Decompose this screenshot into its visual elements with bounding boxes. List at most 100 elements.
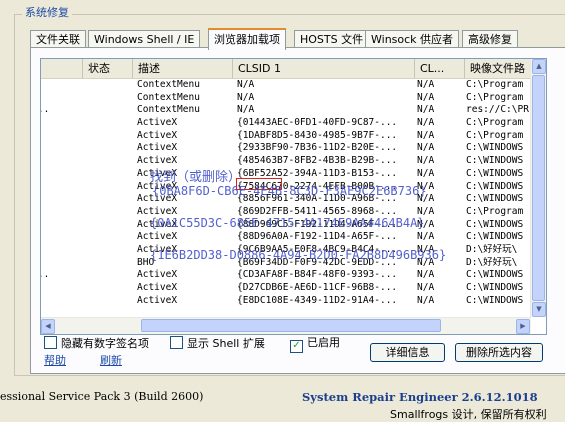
table-row[interactable]: ActiveX {88D969C5-F192-11D4-A65F-... N/A C:…	[41, 219, 531, 232]
table-cell: C:\WINDOWS	[466, 294, 524, 306]
table-cell: N/A	[417, 269, 435, 281]
table-cell: lper	[41, 244, 79, 257]
show-shell-checkbox[interactable]: 显示 Shell 扩展	[170, 336, 265, 350]
os-version-text: essional Service Pack 3 (Build 2600)	[0, 390, 204, 403]
table-cell: C:\Program	[466, 205, 524, 217]
table-cell: N/A	[417, 282, 435, 293]
checkmark-icon[interactable]: ✓	[290, 340, 303, 353]
table-row[interactable]: ActiveX {1DABF8D5-8430-4985-9B7F-... N/A C:…	[41, 130, 531, 143]
app-version-text: System Repair Engineer 2.6.12.1018	[302, 390, 538, 404]
table-row[interactable]: ActiveX {6BF52A52-394A-11D3-B153-... N/A C:…	[41, 168, 531, 181]
hide-signed-checkbox[interactable]: 隐藏有数字签名项	[44, 336, 149, 350]
table-cell: ContextMenu	[137, 79, 200, 90]
table-cell: N/A	[237, 104, 255, 116]
table-row[interactable]: ActiveX {D27CDB6E-AE6D-11CF-96B8-... N/A C:…	[41, 282, 531, 295]
vertical-scrollbar[interactable]: ▲ ▼	[530, 59, 546, 317]
column-header-description[interactable]: 描述	[133, 59, 233, 78]
table-cell: D:\好好玩\	[466, 243, 518, 255]
table-cell: {CD3AFA8F-B84F-48F0-9393-...	[237, 269, 398, 281]
table-cell: {8856F961-340A-11D0-A96B-...	[237, 193, 398, 205]
table-cell: C:\WINDOWS	[466, 180, 524, 192]
table-cell: ActiveX	[137, 282, 178, 293]
table-cell: C:\WINDOWS	[466, 167, 524, 179]
table-row[interactable]: lper ActiveX {9C6B9AA5-E0F8-4BC9-B4C4-... N…	[41, 244, 531, 257]
table-cell: N/A	[417, 129, 435, 141]
table-cell: ActiveX	[137, 142, 178, 154]
addon-list[interactable]: 状态 描述 CLSID 1 CL... 映像文件路 ContextMenu N/A…	[40, 58, 547, 335]
list-rows: ContextMenu N/A N/A C:\Program ContextMenu N/…	[41, 79, 531, 307]
table-cell: {9C6B9AA5-E0F8-4BC9-B4C4-...	[237, 243, 398, 255]
scroll-up-icon[interactable]: ▲	[532, 59, 546, 74]
table-cell: N/A	[417, 79, 435, 90]
column-header-name[interactable]	[41, 59, 83, 78]
enabled-checkbox[interactable]: ✓ 已启用	[290, 336, 340, 353]
table-cell: N/A	[417, 91, 435, 103]
table-cell: N/A	[417, 104, 435, 116]
column-header-clsid[interactable]: CLSID 1	[233, 59, 415, 78]
table-cell: {D27CDB6E-AE6D-11CF-96B8-...	[237, 282, 398, 293]
delete-selected-button[interactable]: 删除所选内容	[455, 343, 543, 362]
tab-hosts-file[interactable]: HOSTS 文件	[294, 30, 370, 48]
table-row[interactable]: ActiveX {01443AEC-0FD1-40FD-9C87-... N/A C:…	[41, 117, 531, 130]
table-cell: ActiveX	[137, 231, 178, 243]
table-cell: ActiveX	[137, 243, 178, 255]
tab-winsock-providers[interactable]: Winsock 供应者	[365, 30, 460, 48]
checkbox-box[interactable]	[170, 336, 183, 349]
column-header-image-path[interactable]: 映像文件路	[465, 59, 531, 78]
table-cell: ActiveX	[137, 180, 178, 192]
tab-advanced-repair[interactable]: 高级修复	[462, 30, 518, 48]
tab-file-associations[interactable]: 文件关联	[30, 30, 86, 48]
table-cell: {E8DC108E-4349-11D2-91A4-...	[237, 294, 398, 306]
table-cell: N/A	[237, 91, 255, 103]
horizontal-scrollbar[interactable]: ◀ ▶	[41, 317, 531, 334]
table-cell: C:\Program	[466, 91, 524, 103]
details-button[interactable]: 详细信息	[370, 343, 445, 362]
scroll-down-icon[interactable]: ▼	[532, 302, 546, 317]
table-cell: C:\WINDOWS	[466, 269, 524, 281]
tab-browser-addons[interactable]: 浏览器加载项	[208, 28, 286, 50]
vertical-scroll-thumb[interactable]	[532, 75, 545, 301]
horizontal-scroll-thumb[interactable]	[141, 319, 441, 332]
table-row[interactable]: ActiveX {E8DC108E-4349-11D2-91A4-... N/A C:…	[41, 295, 531, 308]
table-cell: ContextMenu	[137, 91, 200, 103]
table-cell: N/A	[417, 218, 435, 230]
table-cell: {7584C670-2274-4EFB-B00B-...	[237, 180, 398, 192]
table-row[interactable]: e E... ContextMenu N/A N/A res://C:\PR	[41, 104, 531, 117]
table-row[interactable]: BHO {B69F34DD-F0F9-42DC-9EDD-... N/A D:\好好玩…	[41, 257, 531, 270]
list-header: 状态 描述 CLSID 1 CL... 映像文件路	[41, 59, 531, 79]
table-row[interactable]: ContextMenu N/A N/A C:\Program	[41, 92, 531, 105]
table-cell: ActiveX	[137, 167, 178, 179]
help-link[interactable]: 帮助	[44, 352, 66, 368]
table-row[interactable]: ActiveX {7584C670-2274-4EFB-B00B-... N/A C:…	[41, 181, 531, 194]
table-cell: ActiveX	[137, 117, 178, 129]
table-row[interactable]: ActiveX {8856F961-340A-11D0-A96B-... N/A C:…	[41, 193, 531, 206]
table-cell: C:\WINDOWS	[466, 218, 524, 230]
table-row[interactable]: r C... ActiveX {CD3AFA8F-B84F-48F0-9393-..…	[41, 269, 531, 282]
table-cell: N/A	[417, 256, 435, 268]
scroll-right-icon[interactable]: ▶	[516, 319, 530, 334]
table-row[interactable]: ActiveX {485463B7-8FB2-4B3B-B29B-... N/A C:…	[41, 155, 531, 168]
table-cell: N/A	[417, 243, 435, 255]
table-cell: C:\WINDOWS	[466, 142, 524, 154]
enabled-label: 已启用	[307, 336, 340, 349]
scroll-left-icon[interactable]: ◀	[41, 319, 55, 334]
table-cell: C:\WINDOWS	[466, 231, 524, 243]
table-cell: N/A	[417, 142, 435, 154]
table-cell: ActiveX	[137, 205, 178, 217]
tab-windows-shell-ie[interactable]: Windows Shell / IE	[88, 30, 201, 48]
table-row[interactable]: ActiveX {88D96A0A-F192-11D4-A65F-... N/A C:…	[41, 231, 531, 244]
table-cell: e E...	[41, 104, 50, 116]
column-header-status[interactable]: 状态	[83, 59, 133, 78]
table-cell: C:\WINDOWS	[466, 193, 524, 205]
checkbox-box[interactable]	[44, 336, 57, 349]
table-cell: ActiveX	[137, 218, 178, 230]
table-cell: D:\好好玩\	[466, 256, 518, 268]
table-cell: {2933BF90-7B36-11D2-B20E-...	[237, 142, 398, 154]
column-header-cl[interactable]: CL...	[415, 59, 465, 78]
refresh-link[interactable]: 刷新	[100, 352, 122, 368]
hide-signed-label: 隐藏有数字签名项	[61, 337, 149, 350]
table-row[interactable]: ContextMenu N/A N/A C:\Program	[41, 79, 531, 92]
table-cell: r C...	[41, 269, 50, 281]
table-row[interactable]: ActiveX {2933BF90-7B36-11D2-B20E-... N/A C:…	[41, 142, 531, 155]
table-row[interactable]: ActiveX {869D2FFB-5411-4565-8968-... N/A C:…	[41, 206, 531, 219]
